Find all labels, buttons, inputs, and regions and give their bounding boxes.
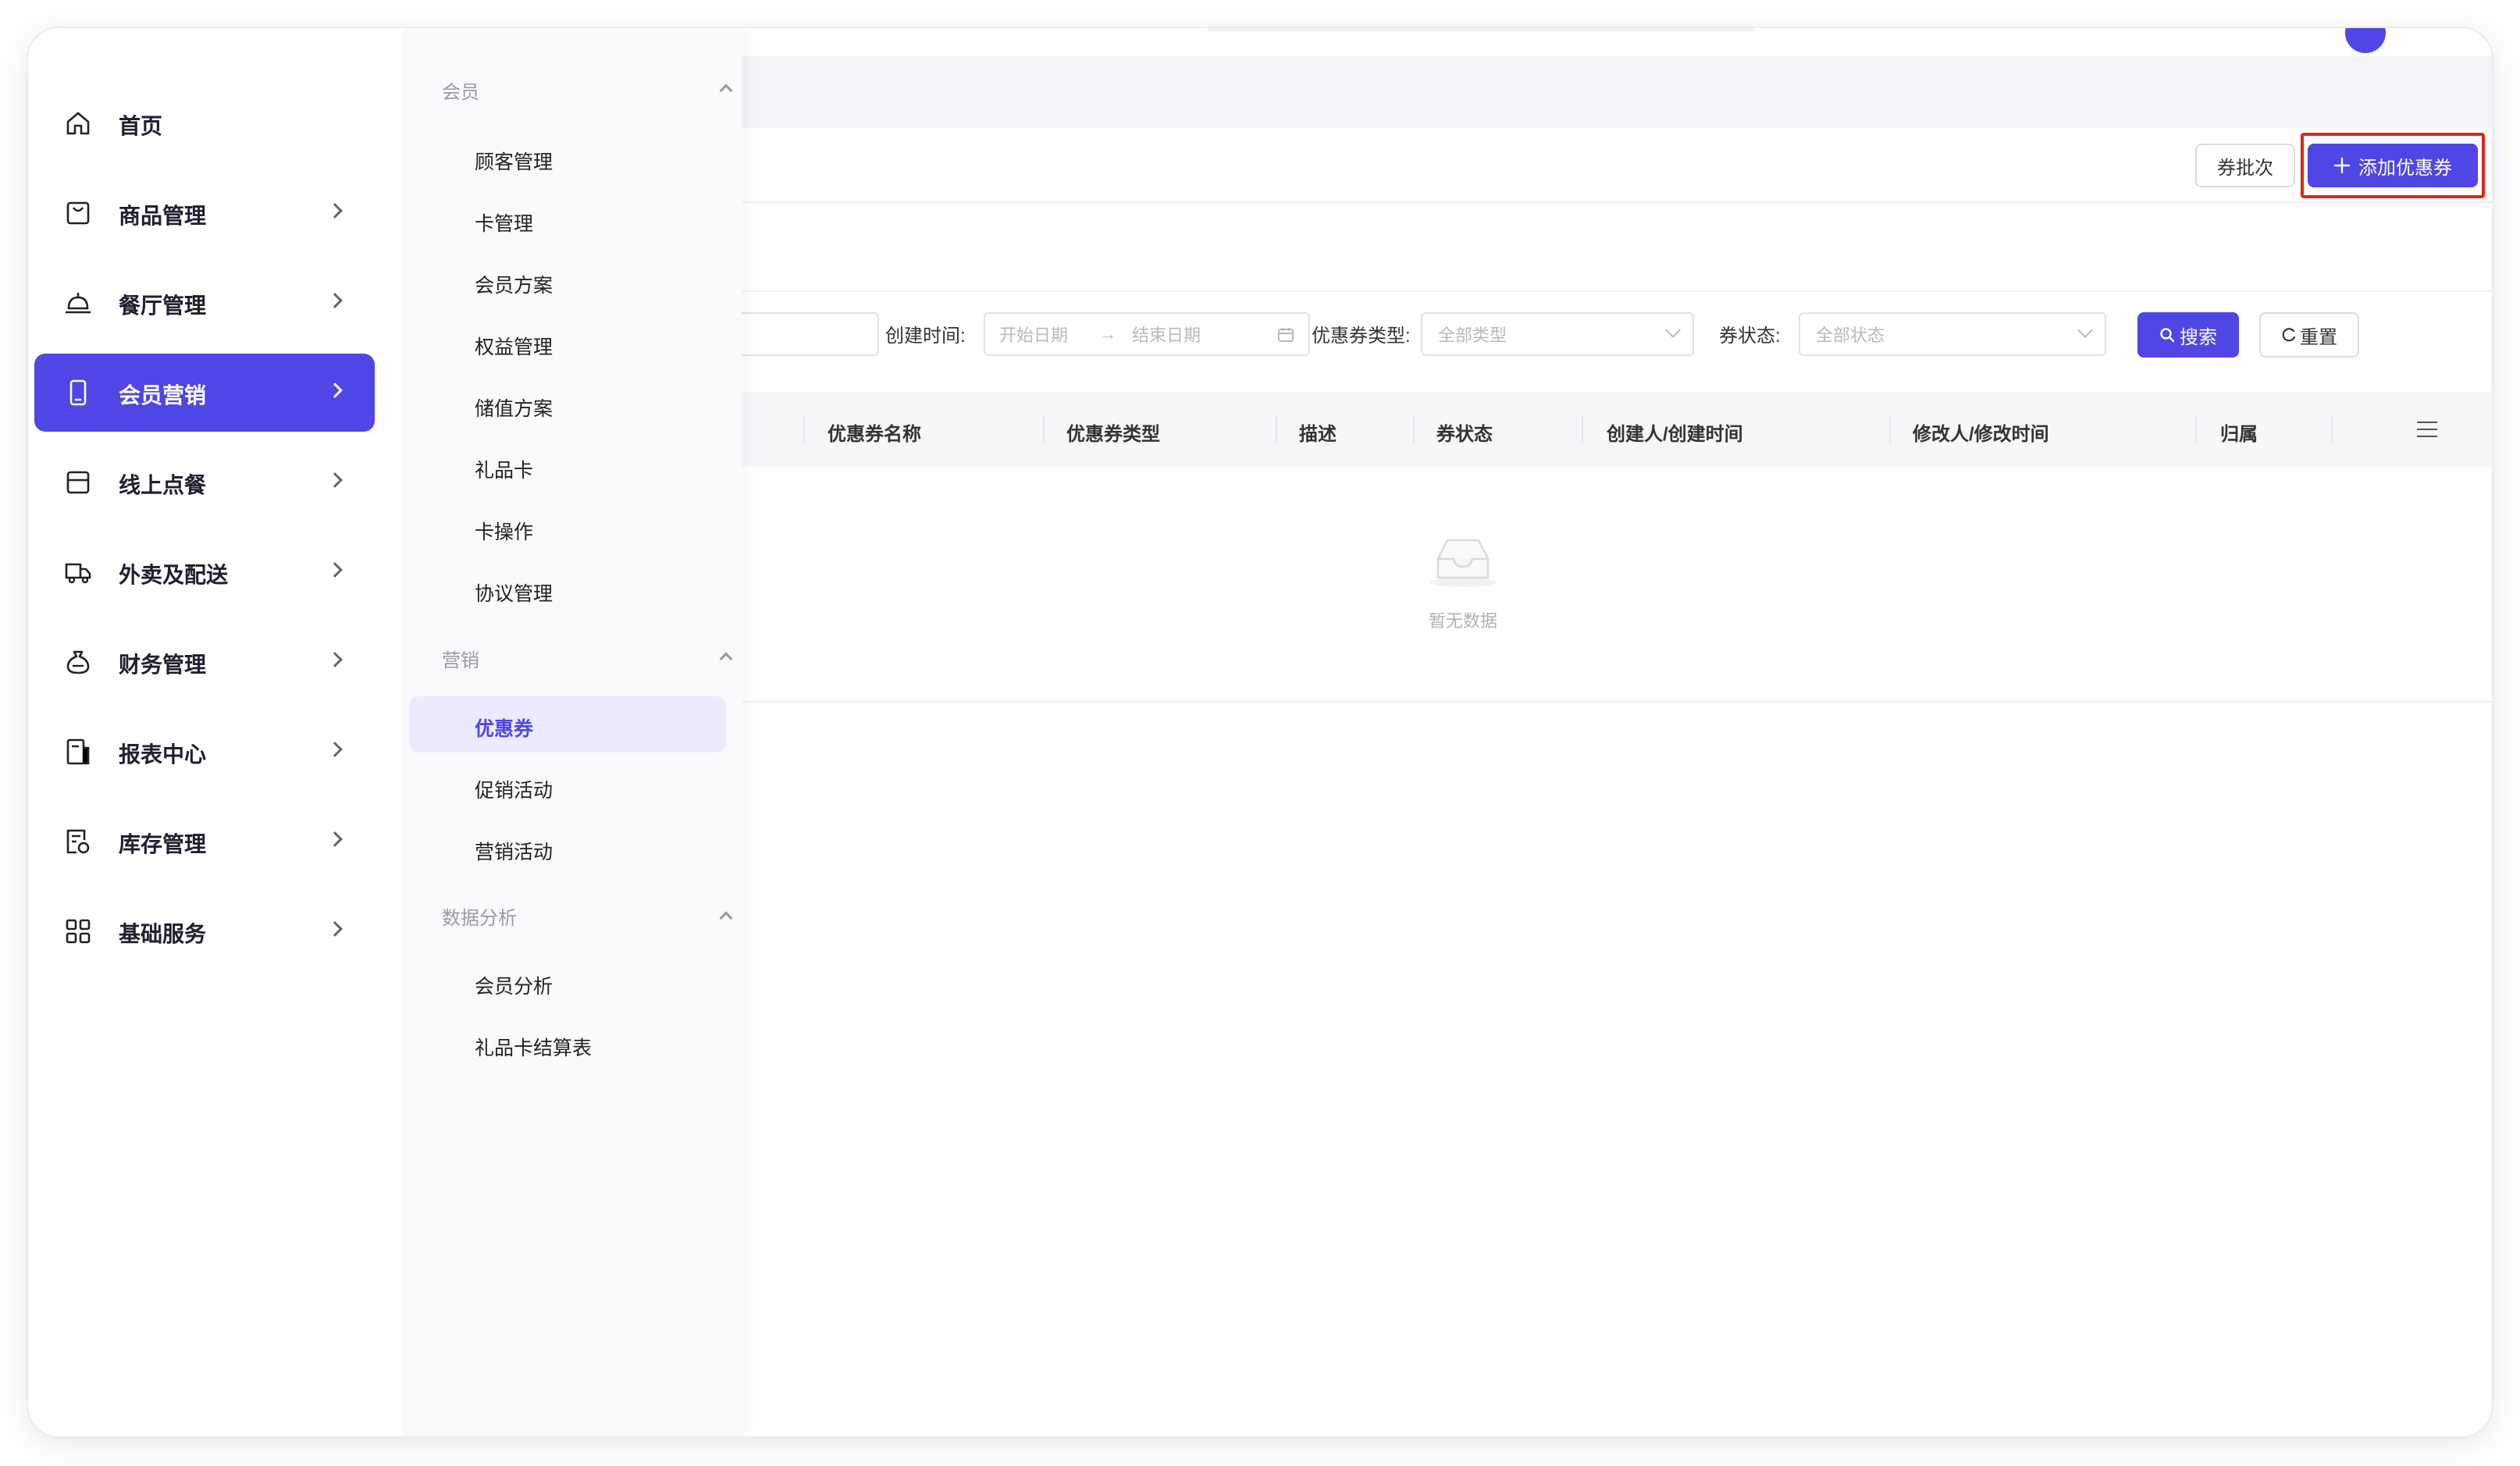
submenu-item[interactable]: 礼品卡 [409, 438, 726, 494]
submenu-panel: 会员 顾客管理 卡管理 会员方案 权益管理 储值方案 礼品卡 卡操作 协议管理 … [403, 28, 742, 1436]
submenu-item[interactable]: 权益管理 [409, 315, 726, 371]
phone-icon [69, 379, 87, 406]
coupon-batch-label: 券批次 [2217, 157, 2273, 179]
sidebar-item-basic-services[interactable]: 基础服务 [34, 892, 375, 970]
store-icon [66, 471, 90, 494]
search-label: 搜索 [2180, 326, 2217, 348]
chevron-right-icon [327, 203, 343, 219]
truck-icon [65, 563, 91, 584]
coupon-status-label: 券状态: [1719, 326, 1781, 347]
search-icon [2160, 328, 2175, 343]
submenu-group-marketing[interactable]: 营销 [442, 645, 479, 672]
submenu-item[interactable]: 协议管理 [409, 561, 726, 617]
highlight-annotation [2301, 133, 2485, 198]
sidebar-item-inventory[interactable]: 库存管理 [34, 802, 375, 881]
submenu-item[interactable]: 促销活动 [409, 758, 726, 814]
reset-button[interactable]: 重置 [2259, 312, 2359, 358]
coupon-batch-button[interactable]: 券批次 [2195, 144, 2295, 187]
empty-inbox-icon [1430, 539, 1496, 587]
submenu-item[interactable]: 储值方案 [409, 376, 726, 432]
submenu-item[interactable]: 会员分析 [409, 954, 726, 1010]
chevron-down-icon [2077, 322, 2093, 338]
date-range-picker[interactable]: 开始日期 → 结束日期 [984, 312, 1310, 356]
created-time-label: 创建时间: [885, 326, 966, 347]
column-header[interactable]: 归属 [2220, 418, 2258, 446]
cloche-icon [65, 292, 91, 314]
submenu-item[interactable]: 卡操作 [409, 500, 726, 556]
sidebar: 首页 商品管理 餐厅管理 会员营销 线上点餐 外卖及配送 财务管理 报表中心 库… [28, 28, 403, 1436]
avatar[interactable] [2345, 28, 2386, 53]
submenu-item[interactable]: 礼品卡结算表 [409, 1016, 726, 1072]
chevron-up-icon[interactable] [719, 84, 733, 98]
submenu-group-data-analysis[interactable]: 数据分析 [442, 902, 517, 930]
coupon-type-value: 全部类型 [1438, 326, 1507, 345]
chevron-right-icon [327, 742, 343, 757]
submenu-group-member[interactable]: 会员 [442, 77, 479, 104]
start-date-input[interactable]: 开始日期 [999, 322, 1068, 347]
column-header[interactable]: 优惠券类型 [1066, 418, 1160, 446]
submenu-item[interactable]: 顾客管理 [409, 130, 726, 186]
chevron-up-icon[interactable] [719, 652, 733, 666]
coupon-type-select[interactable]: 全部类型 [1421, 312, 1694, 356]
sidebar-item-finance[interactable]: 财务管理 [34, 623, 375, 701]
moneybag-icon [66, 650, 90, 674]
column-header[interactable]: 创建人/创建时间 [1607, 418, 1743, 446]
top-header-bar [1207, 28, 1753, 31]
sidebar-item-restaurant[interactable]: 餐厅管理 [34, 264, 375, 342]
column-header[interactable]: 修改人/修改时间 [1913, 418, 2049, 446]
refresh-icon [2282, 328, 2296, 342]
column-settings-icon[interactable] [2417, 422, 2437, 437]
reset-label: 重置 [2300, 326, 2337, 348]
chevron-right-icon [327, 831, 343, 847]
app-window: 券批次 添加优惠券 创建时间: 开始日期 → 结束日期 优惠券类型: 全部类型 [28, 28, 2492, 1436]
sidebar-item-member-marketing[interactable]: 会员营销 [34, 354, 375, 432]
chevron-right-icon [327, 921, 343, 937]
chevron-right-icon [327, 383, 343, 398]
column-header[interactable]: 描述 [1299, 418, 1337, 446]
calendar-icon [1278, 328, 1294, 342]
chevron-down-icon [1665, 322, 1681, 338]
sidebar-item-delivery[interactable]: 外卖及配送 [34, 533, 375, 611]
chevron-up-icon[interactable] [719, 911, 733, 925]
empty-state-text: 暂无数据 [1428, 611, 1497, 631]
report-icon [66, 738, 90, 765]
coupon-type-label: 优惠券类型: [1312, 326, 1411, 347]
chevron-right-icon [327, 562, 343, 578]
submenu-item[interactable]: 会员方案 [409, 253, 726, 309]
date-arrow: → [1099, 324, 1117, 343]
chevron-right-icon [327, 652, 343, 667]
home-icon [66, 112, 90, 135]
coupon-status-value: 全部状态 [1816, 326, 1885, 345]
sidebar-item-reports[interactable]: 报表中心 [34, 713, 375, 791]
chevron-right-icon [327, 472, 343, 488]
submenu-item[interactable]: 营销活动 [409, 820, 726, 876]
submenu-item[interactable]: 卡管理 [409, 191, 726, 247]
chevron-right-icon [327, 293, 343, 308]
sidebar-item-products[interactable]: 商品管理 [34, 174, 375, 252]
bag-icon [66, 201, 90, 225]
column-header[interactable]: 优惠券名称 [828, 418, 921, 446]
sidebar-item-home[interactable]: 首页 [34, 84, 375, 162]
sidebar-item-online-order[interactable]: 线上点餐 [34, 443, 375, 521]
submenu-item-coupon[interactable]: 优惠券 [409, 696, 726, 753]
coupon-status-select[interactable]: 全部状态 [1799, 312, 2106, 356]
search-button[interactable]: 搜索 [2137, 312, 2239, 358]
column-header[interactable]: 券状态 [1436, 418, 1493, 446]
grid-icon [66, 919, 91, 944]
inventory-icon [66, 829, 90, 854]
end-date-input[interactable]: 结束日期 [1132, 322, 1201, 347]
